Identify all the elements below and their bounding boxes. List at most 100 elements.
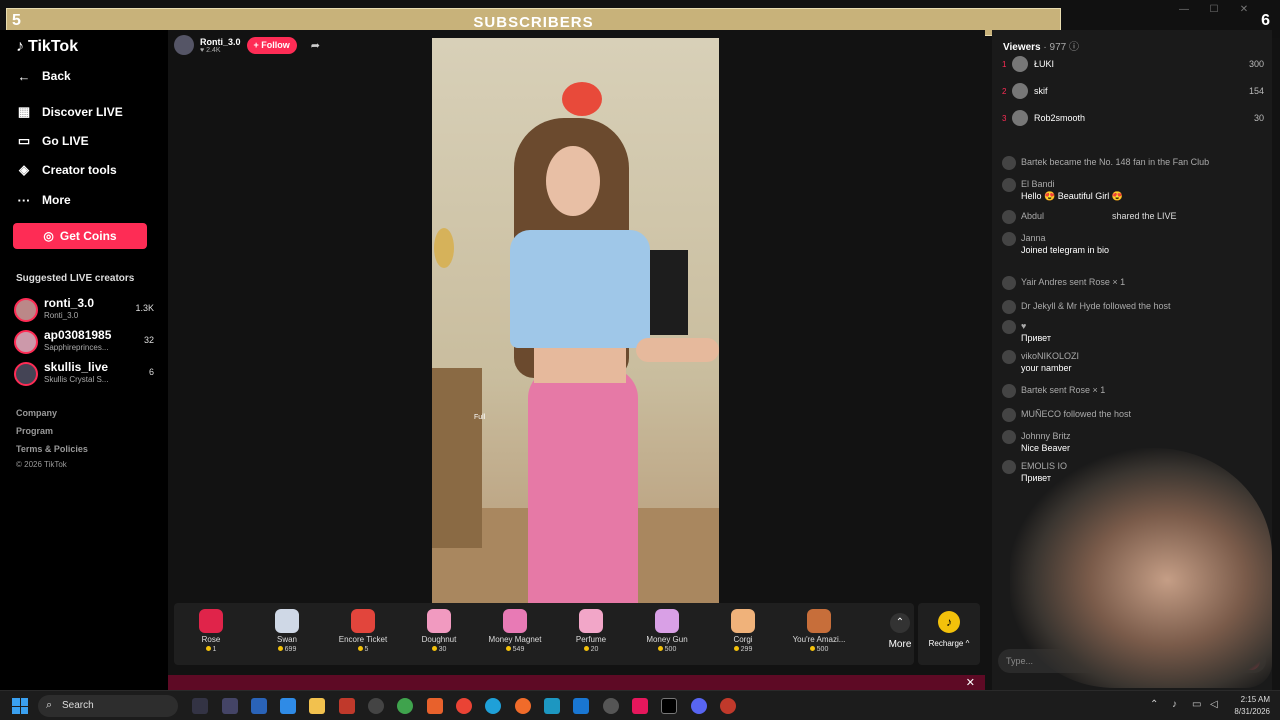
gift-name: Money Gun — [646, 635, 688, 644]
gift-price: 1 — [174, 646, 248, 653]
chevron-up-icon[interactable]: ⌃ — [1150, 699, 1158, 710]
footer-company[interactable]: Company — [16, 408, 57, 418]
app-icon[interactable] — [603, 698, 619, 714]
app-icon[interactable] — [280, 698, 296, 714]
brave-icon[interactable] — [427, 698, 443, 714]
chat-user: Dr Jekyll & Mr Hyde followed the host — [1021, 301, 1171, 311]
folder-icon[interactable] — [309, 698, 325, 714]
avatar — [1002, 384, 1016, 398]
streamer-arm — [636, 338, 719, 362]
gift-item[interactable]: Rose 1 — [174, 603, 248, 665]
app-icon[interactable] — [251, 698, 267, 714]
app-icon[interactable] — [544, 698, 560, 714]
gift-icon — [503, 609, 527, 633]
edge-icon[interactable] — [485, 698, 501, 714]
gift-item[interactable]: Swan 699 — [250, 603, 324, 665]
recharge-button[interactable]: ♪ Recharge ^ — [918, 603, 980, 665]
gift-price: 500 — [630, 646, 704, 653]
more-gifts-button[interactable]: ⌃ More — [882, 603, 918, 665]
ranking-row[interactable]: 2 skif 154 — [1002, 82, 1264, 102]
host-avatar[interactable] — [174, 35, 194, 55]
app-icon[interactable] — [720, 698, 736, 714]
gift-item[interactable]: Money Magnet 549 — [478, 603, 552, 665]
microphone-icon[interactable]: ♪ — [1172, 699, 1177, 710]
creator-item[interactable]: skullis_live Skullis Crystal S... 6 — [14, 360, 154, 388]
windows-start-icon[interactable] — [12, 698, 28, 714]
heart-filter-icon — [562, 82, 602, 116]
share-icon[interactable]: ➦ — [311, 39, 320, 52]
creator-item[interactable]: ronti_3.0 Ronti_3.0 1.3K — [14, 296, 154, 324]
app-icon[interactable] — [368, 698, 384, 714]
avatar — [1002, 300, 1016, 314]
avatar — [1002, 350, 1016, 364]
ranking-row[interactable]: 1 ŁUKI 300 — [1002, 55, 1264, 75]
system-clock[interactable]: 2:15 AM 8/31/2026 — [1234, 694, 1270, 718]
gift-price: 549 — [478, 646, 552, 653]
coin-icon: ♪ — [938, 611, 960, 633]
creator-sub: Ronti_3.0 — [44, 311, 79, 320]
gift-item[interactable]: Money Gun 500 — [630, 603, 704, 665]
chat-user: Yair Andres sent Rose × 1 — [1021, 277, 1126, 287]
discord-icon[interactable] — [691, 698, 707, 714]
tiktok-logo[interactable]: ♪ TikTok — [16, 38, 78, 56]
gift-item[interactable]: Perfume 20 — [554, 603, 628, 665]
firefox-icon[interactable] — [515, 698, 531, 714]
avatar — [1002, 430, 1016, 444]
rank-number: 1 — [1002, 60, 1007, 69]
back-button[interactable]: ← Back — [16, 68, 71, 84]
viewer-name: Rob2smooth — [1034, 113, 1086, 123]
live-video[interactable]: Full — [432, 38, 719, 603]
chat-user: Bartek became the No. 148 fan in the Fan… — [1021, 157, 1210, 167]
taskbar-search[interactable]: ⌕ Search — [38, 695, 178, 717]
camera-icon: ▭ — [17, 133, 31, 148]
gift-icon — [351, 609, 375, 633]
gift-item[interactable]: Encore Ticket 5 — [326, 603, 400, 665]
banner-title: SUBSCRIBERS — [473, 13, 594, 31]
viewer-name: ŁUKI — [1034, 59, 1055, 69]
app-icon[interactable] — [632, 698, 648, 714]
footer-program[interactable]: Program — [16, 426, 53, 436]
streamer-leggings — [528, 368, 638, 603]
nav-discover-live[interactable]: ▦ Discover LIVE — [16, 104, 123, 120]
speaker-icon[interactable]: ◁ — [1210, 699, 1218, 710]
chat-user: El Bandi — [1021, 179, 1055, 189]
vscode-icon[interactable] — [573, 698, 589, 714]
info-icon[interactable]: ⓘ — [1069, 42, 1079, 53]
filter-label: Full — [474, 414, 486, 421]
follow-button[interactable]: + Follow — [246, 36, 297, 54]
nav-label: More — [42, 193, 71, 207]
close-icon[interactable]: ✕ — [966, 676, 975, 689]
tiktok-note-icon: ♪ — [16, 38, 24, 55]
gift-item[interactable]: Corgi 299 — [706, 603, 780, 665]
app-icon[interactable] — [192, 698, 208, 714]
ranking-row[interactable]: 3 Rob2smooth 30 — [1002, 109, 1264, 129]
nav-creator-tools[interactable]: ◈ Creator tools — [16, 162, 117, 178]
gift-name: Corgi — [733, 635, 753, 644]
nav-go-live[interactable]: ▭ Go LIVE — [16, 133, 89, 149]
gift-item[interactable]: You're Amazi... 500 — [782, 603, 856, 665]
close-icon[interactable]: ✕ — [1234, 4, 1254, 16]
maximize-icon[interactable]: ☐ — [1204, 4, 1224, 16]
app-icon[interactable] — [339, 698, 355, 714]
tiktok-icon[interactable] — [661, 698, 677, 714]
monitor-icon[interactable]: ▭ — [1192, 699, 1201, 710]
avatar — [14, 362, 38, 386]
gift-icon — [655, 609, 679, 633]
app-icon[interactable] — [397, 698, 413, 714]
creator-item[interactable]: ap03081985 Sapphireprinces... 32 — [14, 328, 154, 356]
get-coins-button[interactable]: ◎ Get Coins — [13, 223, 147, 249]
footer-terms[interactable]: Terms & Policies — [16, 444, 88, 454]
chrome-icon[interactable] — [456, 698, 472, 714]
rank-number: 2 — [1002, 87, 1007, 96]
avatar — [1012, 56, 1028, 72]
chat-user: MUÑECO followed the host — [1021, 409, 1132, 419]
avatar — [1002, 232, 1016, 246]
creator-name: ronti_3.0 — [44, 296, 95, 310]
viewers-header[interactable]: Viewers · 977 ⓘ — [1003, 38, 1079, 53]
gift-item[interactable]: Doughnut 30 — [402, 603, 476, 665]
rank-number: 3 — [1002, 114, 1007, 123]
host-name[interactable]: Ronti_3.0 — [200, 37, 241, 47]
minimize-icon[interactable]: — — [1174, 4, 1194, 16]
nav-more[interactable]: ··· More — [16, 192, 71, 208]
app-icon[interactable] — [222, 698, 238, 714]
